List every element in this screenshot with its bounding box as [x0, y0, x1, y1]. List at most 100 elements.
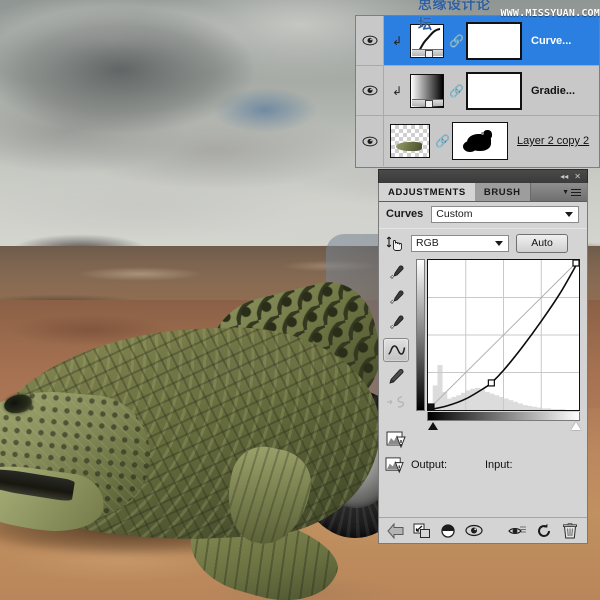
preset-dropdown-value: Custom — [436, 208, 473, 220]
chevron-down-icon — [565, 212, 573, 217]
curve-control-point[interactable] — [572, 260, 579, 267]
layer-row[interactable]: ↲ 🔗 Gradie... — [356, 66, 599, 116]
clipping-mask-arrow-icon: ↲ — [391, 33, 403, 48]
white-point-eyedropper-button[interactable] — [384, 313, 408, 333]
tab-bar-spacer — [531, 183, 556, 201]
layer-name: Gradie... — [531, 84, 576, 97]
delete-adjustment-trash-icon — [563, 522, 577, 538]
edit-points-curve-icon — [387, 345, 405, 355]
view-previous-state-button[interactable] — [505, 520, 531, 542]
close-panel-button[interactable]: ✕ — [574, 172, 581, 181]
histogram — [428, 365, 566, 410]
output-label: Output: — [411, 459, 448, 471]
expand-panel-view-button[interactable] — [409, 520, 435, 542]
eye-icon — [362, 136, 377, 146]
gradient-map-thumbnail[interactable] — [410, 73, 444, 108]
clipping-warning-histogram-icon — [385, 457, 404, 474]
transparent-layer-thumbnail[interactable] — [390, 124, 430, 158]
reset-adjustment-button[interactable] — [531, 520, 557, 542]
storm-cloud-mass — [0, 0, 310, 160]
panel-tab-bar[interactable]: ADJUSTMENTS BRUSH ▼ — [379, 183, 587, 202]
preset-row: Curves Custom — [379, 202, 587, 226]
adjustments-panel[interactable]: ADJUSTMENTS BRUSH ▼ Curves Custom RGB Au… — [378, 183, 588, 544]
black-point-eyedropper-icon — [389, 265, 404, 280]
panel-menu-icon — [571, 187, 581, 198]
tab-brush-label: BRUSH — [483, 186, 521, 198]
curve-control-point[interactable] — [487, 379, 495, 387]
curve-plot — [428, 260, 579, 410]
black-point-marker[interactable] — [428, 422, 438, 430]
eye-icon — [362, 35, 377, 46]
white-point-marker[interactable] — [571, 422, 581, 430]
gray-point-eyedropper-button[interactable] — [384, 288, 408, 308]
clipping-warning-histogram-icon — [386, 431, 406, 448]
preset-dropdown[interactable]: Custom — [431, 205, 579, 223]
pencil-draw-curve-icon — [389, 369, 404, 384]
link-chain-icon[interactable]: 🔗 — [435, 135, 450, 147]
auto-button[interactable]: Auto — [516, 233, 568, 253]
gray-point-eyedropper-icon — [389, 290, 404, 305]
toggle-layer-visibility-button[interactable] — [461, 520, 487, 542]
targeted-adjustment-tool-button[interactable] — [385, 234, 404, 253]
layer-visibility-toggle[interactable] — [356, 116, 384, 166]
thumbnail-content — [396, 142, 422, 151]
auto-button-label: Auto — [531, 237, 553, 249]
output-gradient-bar — [416, 259, 425, 411]
layer-visibility-toggle[interactable] — [356, 66, 384, 115]
output-input-readout: Output: Input: — [379, 453, 589, 477]
curve-tool-column — [381, 259, 411, 451]
white-point-eyedropper-icon — [389, 315, 404, 330]
black-point-eyedropper-button[interactable] — [384, 263, 408, 283]
white-layer-mask[interactable] — [466, 71, 522, 110]
reset-adjustment-icon — [538, 523, 551, 537]
clipping-mask-arrow-icon: ↲ — [391, 83, 403, 98]
clip-to-layer-button[interactable] — [435, 520, 461, 542]
curves-graph[interactable] — [427, 259, 580, 411]
channel-row: RGB Auto — [379, 229, 587, 257]
thumbnail-slider — [412, 48, 443, 57]
layer-name: Layer 2 copy 2 — [517, 135, 590, 147]
layer-row[interactable]: 🔗 Layer 2 copy 2 — [356, 116, 599, 166]
clipping-warning-button[interactable] — [384, 429, 408, 449]
white-layer-mask[interactable] — [466, 21, 522, 60]
layer-name: Curve... — [531, 34, 572, 47]
eye-icon — [362, 85, 377, 96]
pencil-draw-curve-button[interactable] — [384, 367, 408, 387]
link-chain-icon[interactable]: 🔗 — [449, 85, 464, 97]
adjustments-bottom-bar[interactable] — [379, 517, 587, 543]
layer-visibility-toggle[interactable] — [356, 16, 384, 65]
chevron-down-icon — [495, 241, 503, 246]
collapse-panel-button[interactable]: ◂◂ — [560, 172, 568, 181]
edit-points-curve-button[interactable] — [383, 338, 409, 362]
layer-row[interactable]: ↲ 🔗 Curve... — [356, 16, 599, 66]
input-gradient-bar — [427, 412, 580, 421]
adjustment-type-label: Curves — [386, 208, 424, 220]
screenshot-root: 思缘设计论坛 WWW.MISSYUAN.COM ↲ 🔗 Curve... ↲ 🔗… — [0, 0, 600, 600]
chevron-down-icon: ▼ — [562, 188, 569, 196]
delete-adjustment-button[interactable] — [557, 520, 583, 542]
panel-menu-button[interactable]: ▼ — [556, 183, 587, 201]
expand-panel-view-icon — [413, 523, 430, 538]
return-to-adjustment-list-button[interactable] — [383, 520, 409, 542]
smooth-curve-button[interactable] — [384, 392, 408, 412]
input-label: Input: — [485, 459, 513, 471]
eye-icon — [465, 524, 483, 537]
thumbnail-slider — [412, 98, 443, 107]
return-to-adjustment-list-icon — [387, 522, 404, 539]
channel-dropdown-value: RGB — [416, 237, 439, 249]
tab-adjustments[interactable]: ADJUSTMENTS — [379, 183, 475, 201]
channel-dropdown[interactable]: RGB — [411, 234, 509, 252]
black-blob-layer-mask[interactable] — [452, 122, 508, 160]
link-chain-icon[interactable]: 🔗 — [449, 35, 464, 47]
clip-to-layer-icon — [441, 523, 455, 538]
layers-panel[interactable]: ↲ 🔗 Curve... ↲ 🔗 Gradie... 🔗 Layer 2 cop… — [355, 15, 600, 168]
tab-adjustments-label: ADJUSTMENTS — [388, 186, 466, 198]
curves-adjustment-thumbnail[interactable] — [410, 23, 444, 58]
smooth-curve-icon — [387, 396, 405, 408]
adjustments-panel-titlebar[interactable]: ◂◂ ✕ — [378, 169, 588, 183]
curve-graph-area: Output: Input: — [379, 257, 587, 474]
curve-control-point[interactable] — [428, 403, 435, 410]
view-previous-state-icon — [508, 526, 526, 534]
targeted-adjustment-hand-icon — [386, 236, 402, 251]
tab-brush[interactable]: BRUSH — [474, 183, 531, 201]
